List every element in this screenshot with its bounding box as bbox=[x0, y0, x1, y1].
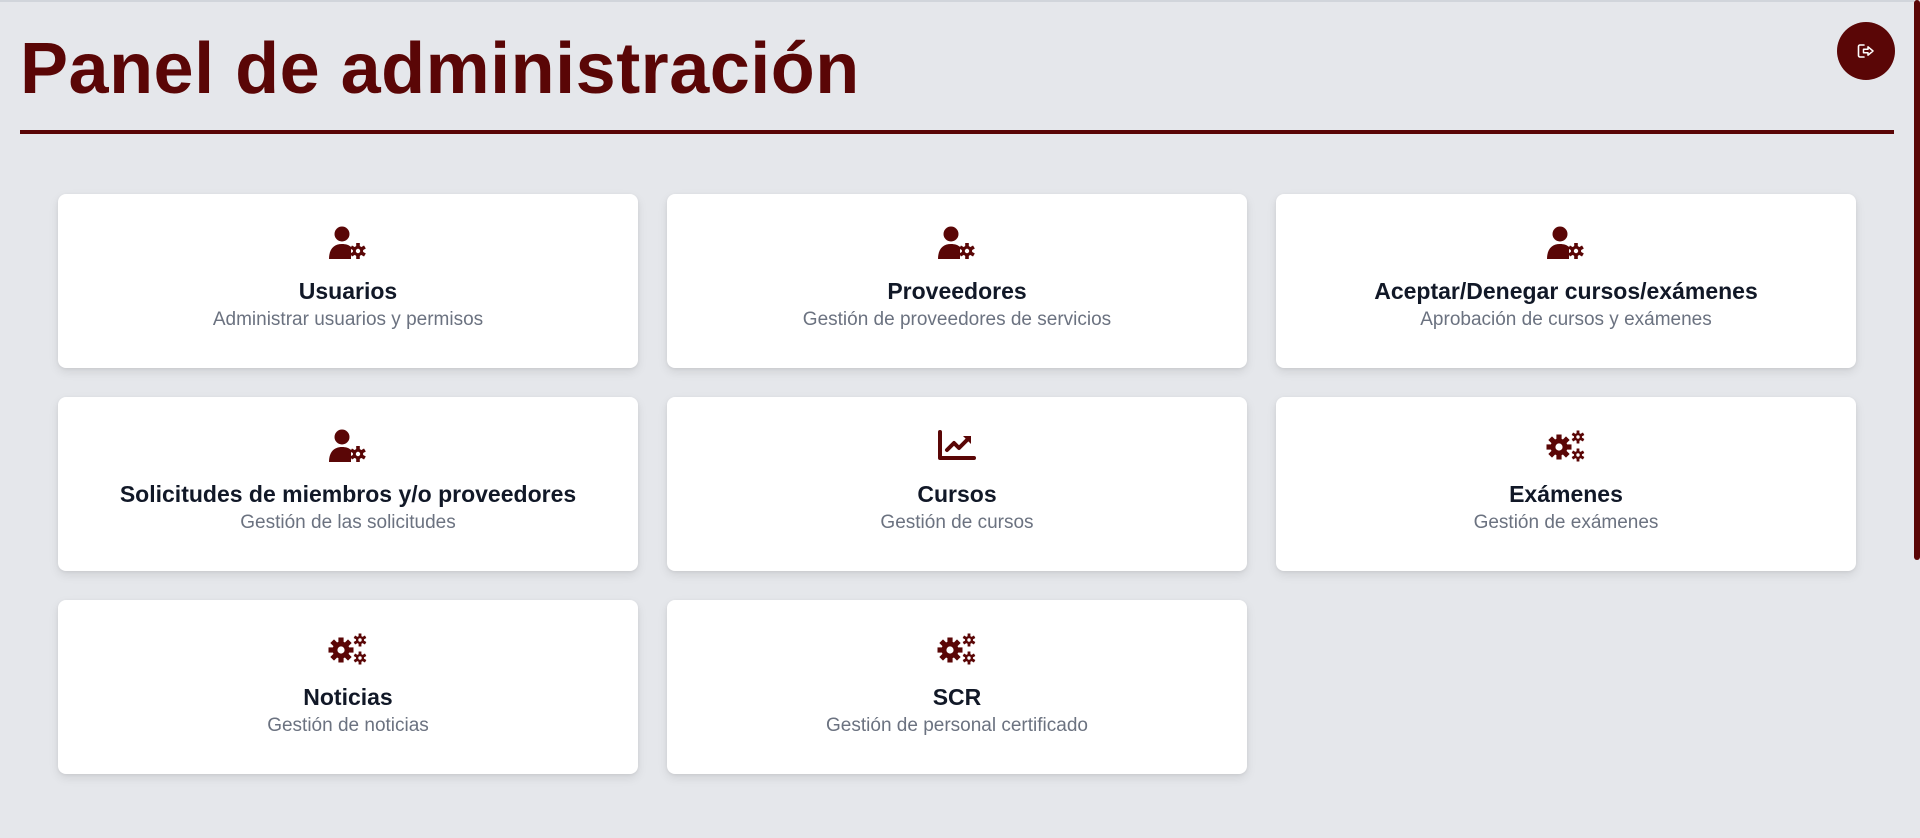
user-gear-icon bbox=[329, 426, 367, 466]
scrollbar-thumb[interactable] bbox=[1914, 0, 1920, 560]
card-title: Cursos bbox=[917, 481, 997, 507]
card-description: Gestión de exámenes bbox=[1473, 512, 1659, 533]
card-title: Noticias bbox=[303, 684, 393, 710]
card-title: Solicitudes de miembros y/o proveedores bbox=[119, 481, 577, 507]
card-title: Aceptar/Denegar cursos/exámenes bbox=[1374, 278, 1758, 304]
card-description: Gestión de cursos bbox=[880, 512, 1034, 533]
card-description: Gestión de proveedores de servicios bbox=[802, 309, 1112, 330]
user-gear-icon bbox=[329, 223, 367, 263]
gears-icon bbox=[937, 629, 977, 669]
card-aceptar-denegar[interactable]: Aceptar/Denegar cursos/exámenes Aprobaci… bbox=[1276, 194, 1856, 368]
page-header: Panel de administración bbox=[20, 24, 1896, 136]
card-description: Administrar usuarios y permisos bbox=[212, 309, 484, 330]
card-solicitudes[interactable]: Solicitudes de miembros y/o proveedores … bbox=[58, 397, 638, 571]
card-cursos[interactable]: Cursos Gestión de cursos bbox=[667, 397, 1247, 571]
card-title: SCR bbox=[932, 684, 982, 710]
card-description: Gestión de personal certificado bbox=[826, 715, 1088, 736]
admin-cards-grid: Usuarios Administrar usuarios y permisos… bbox=[58, 194, 1856, 774]
chart-line-icon bbox=[938, 426, 976, 466]
top-border bbox=[0, 0, 1920, 2]
card-title: Usuarios bbox=[298, 278, 398, 304]
card-proveedores[interactable]: Proveedores Gestión de proveedores de se… bbox=[667, 194, 1247, 368]
logout-icon bbox=[1857, 44, 1874, 58]
scrollbar[interactable] bbox=[1914, 0, 1920, 838]
card-description: Gestión de noticias bbox=[267, 715, 429, 736]
card-title: Proveedores bbox=[887, 278, 1027, 304]
user-gear-icon bbox=[1547, 223, 1585, 263]
gears-icon bbox=[1546, 426, 1586, 466]
logout-button[interactable] bbox=[1837, 22, 1895, 80]
card-noticias[interactable]: Noticias Gestión de noticias bbox=[58, 600, 638, 774]
card-title: Exámenes bbox=[1509, 481, 1623, 507]
card-usuarios[interactable]: Usuarios Administrar usuarios y permisos bbox=[58, 194, 638, 368]
title-divider bbox=[20, 130, 1894, 134]
card-examenes[interactable]: Exámenes Gestión de exámenes bbox=[1276, 397, 1856, 571]
gears-icon bbox=[328, 629, 368, 669]
page-title: Panel de administración bbox=[20, 29, 860, 109]
card-scr[interactable]: SCR Gestión de personal certificado bbox=[667, 600, 1247, 774]
card-description: Aprobación de cursos y exámenes bbox=[1420, 309, 1712, 330]
card-description: Gestión de las solicitudes bbox=[240, 512, 456, 533]
user-gear-icon bbox=[938, 223, 976, 263]
